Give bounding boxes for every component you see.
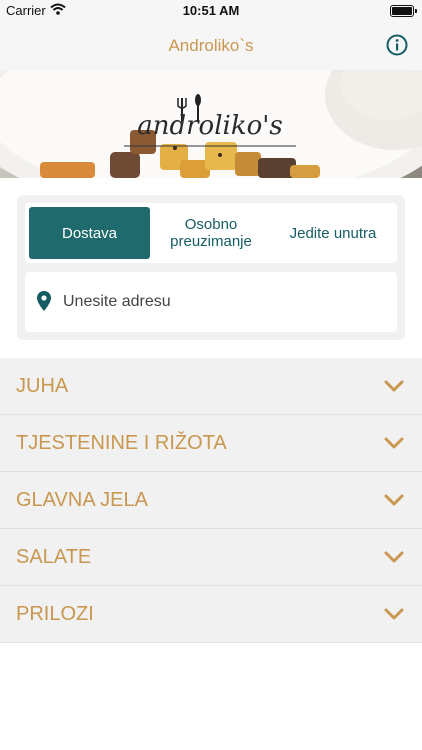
address-placeholder: Unesite adresu: [63, 293, 171, 310]
category-glavna-jela[interactable]: GLAVNA JELA: [0, 472, 422, 529]
category-label: GLAVNA JELA: [16, 489, 148, 511]
category-label: PRILOZI: [16, 603, 94, 625]
menu-categories: JUHA TJESTENINE I RIŽOTA GLAVNA JELA SAL…: [0, 358, 422, 643]
category-label: SALATE: [16, 546, 92, 568]
chevron-down-icon: [384, 380, 404, 392]
category-label: JUHA: [16, 375, 69, 397]
category-juha[interactable]: JUHA: [0, 358, 422, 415]
info-icon[interactable]: [386, 34, 408, 56]
order-mode-card: Dostava Osobno preuzimanje Jedite unutra…: [17, 195, 405, 340]
category-tjestenine-i-rizota[interactable]: TJESTENINE I RIŽOTA: [0, 415, 422, 472]
chevron-down-icon: [384, 608, 404, 620]
nav-bar: Androliko`s: [0, 22, 422, 70]
chevron-down-icon: [384, 437, 404, 449]
category-salate[interactable]: SALATE: [0, 529, 422, 586]
category-label: TJESTENINE I RIŽOTA: [16, 432, 227, 454]
order-mode-tabs: Dostava Osobno preuzimanje Jedite unutra: [25, 203, 397, 263]
banner-logo-text: androliko's: [137, 111, 283, 141]
battery-icon: [390, 5, 417, 17]
tab-dine-in[interactable]: Jedite unutra: [275, 207, 391, 259]
restaurant-banner: androliko's: [0, 70, 422, 178]
chevron-down-icon: [384, 551, 404, 563]
page-title: Androliko`s: [168, 36, 254, 55]
location-pin-icon: [37, 291, 51, 311]
banner-image: androliko's: [0, 70, 422, 178]
category-prilozi[interactable]: PRILOZI: [0, 586, 422, 643]
tab-pickup[interactable]: Osobno preuzimanje: [155, 207, 267, 259]
tab-delivery[interactable]: Dostava: [29, 207, 150, 259]
chevron-down-icon: [384, 494, 404, 506]
address-field[interactable]: Unesite adresu: [25, 272, 397, 332]
status-bar: Carrier 10:51 AM: [0, 0, 422, 22]
clock: 10:51 AM: [182, 3, 240, 18]
